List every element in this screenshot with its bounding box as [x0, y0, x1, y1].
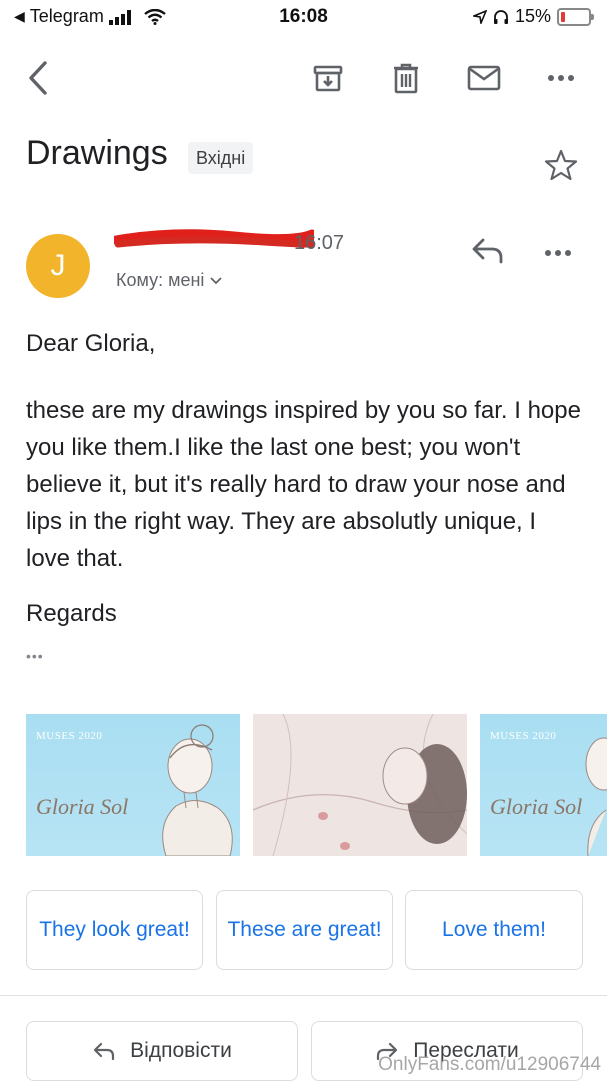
back-arrow-icon[interactable]	[18, 58, 58, 98]
mail-icon[interactable]	[464, 58, 504, 98]
headphones-icon	[493, 9, 508, 24]
thumbnail-caption: Gloria Sol	[36, 794, 129, 819]
recipient-label: Кому: мені	[116, 270, 205, 290]
attachment-thumbnail[interactable]: MUSES 2020 Gloria Sol	[480, 714, 607, 856]
recipient-details-toggle[interactable]: Кому: мені	[116, 270, 223, 291]
sender-avatar[interactable]: J	[26, 234, 90, 298]
star-outline-icon[interactable]	[544, 148, 578, 182]
thumbnail-title: MUSES 2020	[36, 730, 103, 742]
portrait-drawing	[585, 737, 607, 856]
reply-button-label: Відповісти	[130, 1039, 232, 1062]
attachment-thumbnail[interactable]	[253, 714, 467, 856]
inbox-label-chip[interactable]: Вхідні	[188, 142, 254, 174]
thumbnail-title: MUSES 2020	[490, 730, 557, 742]
redaction-scribble	[114, 229, 314, 248]
email-subject: Drawings	[26, 134, 168, 172]
archive-icon[interactable]	[308, 58, 348, 98]
portrait-drawing	[162, 724, 233, 856]
divider	[0, 995, 607, 996]
more-horizontal-icon[interactable]	[541, 58, 581, 98]
attachment-thumbnail[interactable]: MUSES 2020 Gloria Sol	[26, 714, 240, 856]
location-icon	[472, 9, 487, 24]
reply-icon[interactable]	[470, 236, 510, 272]
smart-reply-chip[interactable]: Love them!	[405, 890, 583, 970]
chevron-down-icon	[210, 276, 223, 284]
reply-icon	[94, 1042, 115, 1061]
message-more-icon[interactable]	[544, 244, 578, 264]
smart-reply-chip[interactable]: These are great!	[216, 890, 393, 970]
thumbnail-caption: Gloria Sol	[490, 794, 583, 819]
watermark: OnlyFans.com/u12906744	[378, 1054, 601, 1075]
smart-reply-chip[interactable]: They look great!	[26, 890, 203, 970]
battery-icon	[557, 7, 594, 26]
reply-button[interactable]: Відповісти	[26, 1021, 298, 1081]
email-body-paragraph: these are my drawings inspired by you so…	[26, 397, 581, 572]
show-trimmed-content[interactable]: •••	[26, 648, 44, 664]
email-time: 16:07	[294, 232, 345, 254]
trash-icon[interactable]	[386, 58, 426, 98]
sketch-drawing	[253, 714, 467, 856]
email-closing: Regards	[26, 600, 117, 627]
status-bar: ◀ Telegram 16:08 15%	[0, 0, 607, 34]
battery-level	[561, 11, 565, 22]
battery-percent: 15%	[514, 6, 551, 26]
email-greeting: Dear Gloria,	[26, 330, 156, 357]
